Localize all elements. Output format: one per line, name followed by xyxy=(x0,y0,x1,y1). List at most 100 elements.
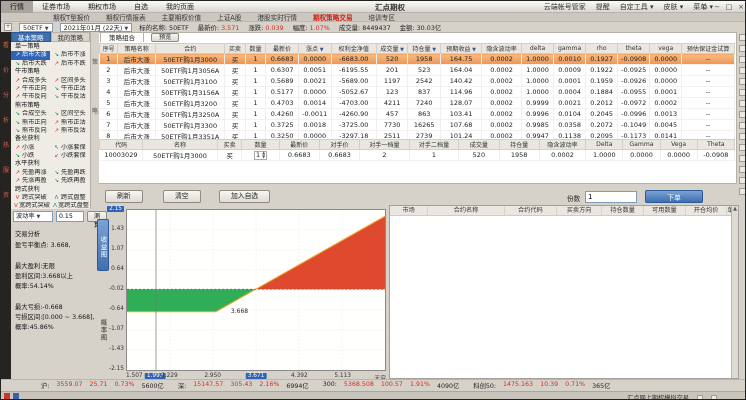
chart-icon[interactable] xyxy=(739,67,746,74)
positions-column-header[interactable]: 开仓均价 xyxy=(686,206,728,215)
table-row[interactable]: 2后市大涨50ETF购1月3056A买10.63070.0051-6195.55… xyxy=(100,65,735,76)
strategy-item[interactable]: ↖小涨套保 xyxy=(50,144,89,152)
doc-icon[interactable] xyxy=(739,122,746,129)
index-ticker-item[interactable]: 300:5368.508100.571.91%4090亿 xyxy=(323,381,460,390)
column-header[interactable]: 隐含波动率 xyxy=(482,44,522,54)
expand-icon[interactable]: + xyxy=(4,23,12,31)
strategy-item[interactable]: Λ跨式盘整 xyxy=(50,194,89,202)
underlying-select[interactable]: 50ETF ▼ xyxy=(19,23,53,32)
table-row[interactable]: 4后市大涨50ETF购1月3156A买10.51770.0000-5052.67… xyxy=(100,87,735,98)
column-header[interactable]: 对手价 xyxy=(319,140,359,150)
board-icon[interactable] xyxy=(739,100,746,107)
lots-input[interactable] xyxy=(585,191,637,203)
column-header[interactable]: 数量 xyxy=(245,44,266,54)
titlebar-tab[interactable]: 证券市场 xyxy=(33,1,79,13)
subtab-item[interactable]: 主要期权价值 xyxy=(162,12,202,22)
rail-item[interactable]: 价 xyxy=(3,65,9,74)
strategy-item[interactable]: ↙小跌套保 xyxy=(50,152,89,160)
positions-column-header[interactable]: 持仓数量 xyxy=(602,206,644,215)
titlebar-tab[interactable]: 我的页面 xyxy=(157,1,203,13)
place-order-button[interactable]: 下单 xyxy=(645,190,703,203)
strategy-item[interactable]: ↘牛市正沽 xyxy=(50,85,89,93)
strategy-item[interactable]: ↘合成空头 xyxy=(11,110,50,118)
strategy-item[interactable]: ↗后市大涨 xyxy=(11,51,50,59)
titlebar-tab[interactable]: 自选 xyxy=(125,1,157,13)
table-row[interactable]: 6后市大涨50ETF购1月3250A买10.4260-0.0011-4260.9… xyxy=(100,109,735,120)
rail-item[interactable]: 分 xyxy=(3,90,9,99)
clear-button[interactable]: 清空 xyxy=(163,190,201,203)
window-control-icon[interactable]: ◇ xyxy=(701,1,709,13)
preview-button[interactable]: 预览 xyxy=(151,33,179,42)
strategy-item[interactable]: ↘后市大跌 xyxy=(11,60,50,68)
layout-icon[interactable] xyxy=(739,34,746,41)
column-header[interactable]: 数量 xyxy=(242,140,279,150)
table-row[interactable]: 5后市大涨50ETF购1月3200买10.47030.0014-4703.004… xyxy=(100,98,735,109)
column-header[interactable]: 成交量 ▼ xyxy=(376,44,407,54)
column-header[interactable]: 权利金净值 xyxy=(331,44,376,54)
titlebar-tab[interactable]: 行情 xyxy=(1,1,33,13)
strategy-item[interactable]: ↗熊市反沽 xyxy=(50,127,89,135)
image-icon[interactable] xyxy=(739,78,746,85)
positions-column-header[interactable]: 市场 xyxy=(390,206,428,215)
subtab-item[interactable]: 上证A股 xyxy=(217,12,241,22)
volatility-select[interactable]: 波动率 ▼ xyxy=(13,211,53,222)
grid-icon[interactable] xyxy=(739,56,746,63)
strategy-item[interactable]: ↘区间空头 xyxy=(50,110,89,118)
rail-item[interactable]: 热 xyxy=(3,140,9,149)
table-row[interactable]: 1000302950ETF购1月3000买1▲▼0.66830.66832152… xyxy=(100,150,735,161)
column-header[interactable]: 预期收益 ▼ xyxy=(441,44,482,54)
strategy-item[interactable]: V跨式突破 xyxy=(11,194,50,202)
pen-icon[interactable] xyxy=(739,166,746,173)
column-header[interactable]: 持仓量 xyxy=(499,140,539,150)
window-control-icon[interactable]: − xyxy=(713,1,721,13)
add-watchlist-button[interactable]: 加入自选 xyxy=(219,190,270,203)
titlebar-menu[interactable]: 云端帐号管家 xyxy=(544,1,586,13)
strategy-item[interactable]: ↗小涨 xyxy=(11,144,50,152)
sort-icon[interactable]: ▼ xyxy=(431,47,436,53)
strategy-item[interactable]: ↗合成多头 xyxy=(11,77,50,85)
strategy-item[interactable]: ↗区间多头 xyxy=(50,77,89,85)
strategy-item[interactable]: Λ宽跨式盘整 xyxy=(50,202,89,209)
column-header[interactable]: 对手一档量 xyxy=(360,140,410,150)
clock-icon[interactable] xyxy=(739,155,746,162)
column-header[interactable]: vega xyxy=(650,44,682,54)
titlebar-menu[interactable]: 提醒 xyxy=(596,1,610,13)
table-row[interactable]: 1后市大涨50ETF购1月3000买10.66830.0000-6683.005… xyxy=(100,54,735,65)
strategy-item[interactable]: ↗牛市反向 xyxy=(11,93,50,101)
column-header[interactable]: Vega xyxy=(660,140,697,150)
quantity-stepper[interactable]: 1▲▼ xyxy=(254,151,267,160)
window-control-icon[interactable]: × xyxy=(737,1,745,13)
subtab-item[interactable]: 港股实时行情 xyxy=(257,12,297,22)
strategy-item[interactable]: ↘先盈再跌 xyxy=(50,169,89,177)
strategy-item[interactable]: ↘牛市反沽 xyxy=(50,93,89,101)
strategy-item[interactable]: ↘熊市正向 xyxy=(11,119,50,127)
column-header[interactable]: rho xyxy=(586,44,618,54)
rail-item[interactable]: 服 xyxy=(3,165,9,174)
column-header[interactable]: 最新价 xyxy=(279,140,319,150)
strategy-item[interactable]: ↗先涨再盈 xyxy=(11,177,50,185)
column-header[interactable]: 买卖 xyxy=(217,140,242,150)
column-header[interactable]: 序号 xyxy=(100,44,118,54)
column-header[interactable]: 持仓量 ▼ xyxy=(408,44,441,54)
positions-scrollbar[interactable]: ▲ xyxy=(731,206,738,378)
column-header[interactable]: 代码 xyxy=(100,140,143,150)
index-ticker-item[interactable]: 科创50:1475.16310.390.71%365亿 xyxy=(473,381,610,390)
flag-icon[interactable] xyxy=(739,188,746,195)
strategy-item[interactable]: ↗牛市正向 xyxy=(11,85,50,93)
strategy-item[interactable]: ↗后市不跌 xyxy=(50,60,89,68)
subtab-item[interactable]: 培训专区 xyxy=(369,12,395,22)
column-header[interactable]: 涨点 ▼ xyxy=(298,44,331,54)
column-header[interactable]: Theta xyxy=(697,140,734,150)
sidebar-tab[interactable]: 我的策略 xyxy=(51,32,91,42)
column-header[interactable]: 合约 xyxy=(156,44,225,54)
titlebar-tab[interactable]: 期权市场 xyxy=(79,1,125,13)
column-header[interactable]: 策略名称 xyxy=(118,44,156,54)
column-header[interactable]: 名称 xyxy=(143,140,217,150)
rail-item[interactable]: 析 xyxy=(3,115,9,124)
titlebar-menu[interactable]: 皮肤 ▾ xyxy=(664,1,684,13)
positions-column-header[interactable]: 可用数量 xyxy=(644,206,686,215)
table-row[interactable]: 3后市大涨50ETF购1月3100买10.56890.0021-5689.001… xyxy=(100,76,735,87)
marker-icon[interactable] xyxy=(739,89,746,96)
subtab-active[interactable]: 期权策略交易 xyxy=(313,12,353,22)
sidebar-tab[interactable]: 基本策略 xyxy=(11,32,51,42)
